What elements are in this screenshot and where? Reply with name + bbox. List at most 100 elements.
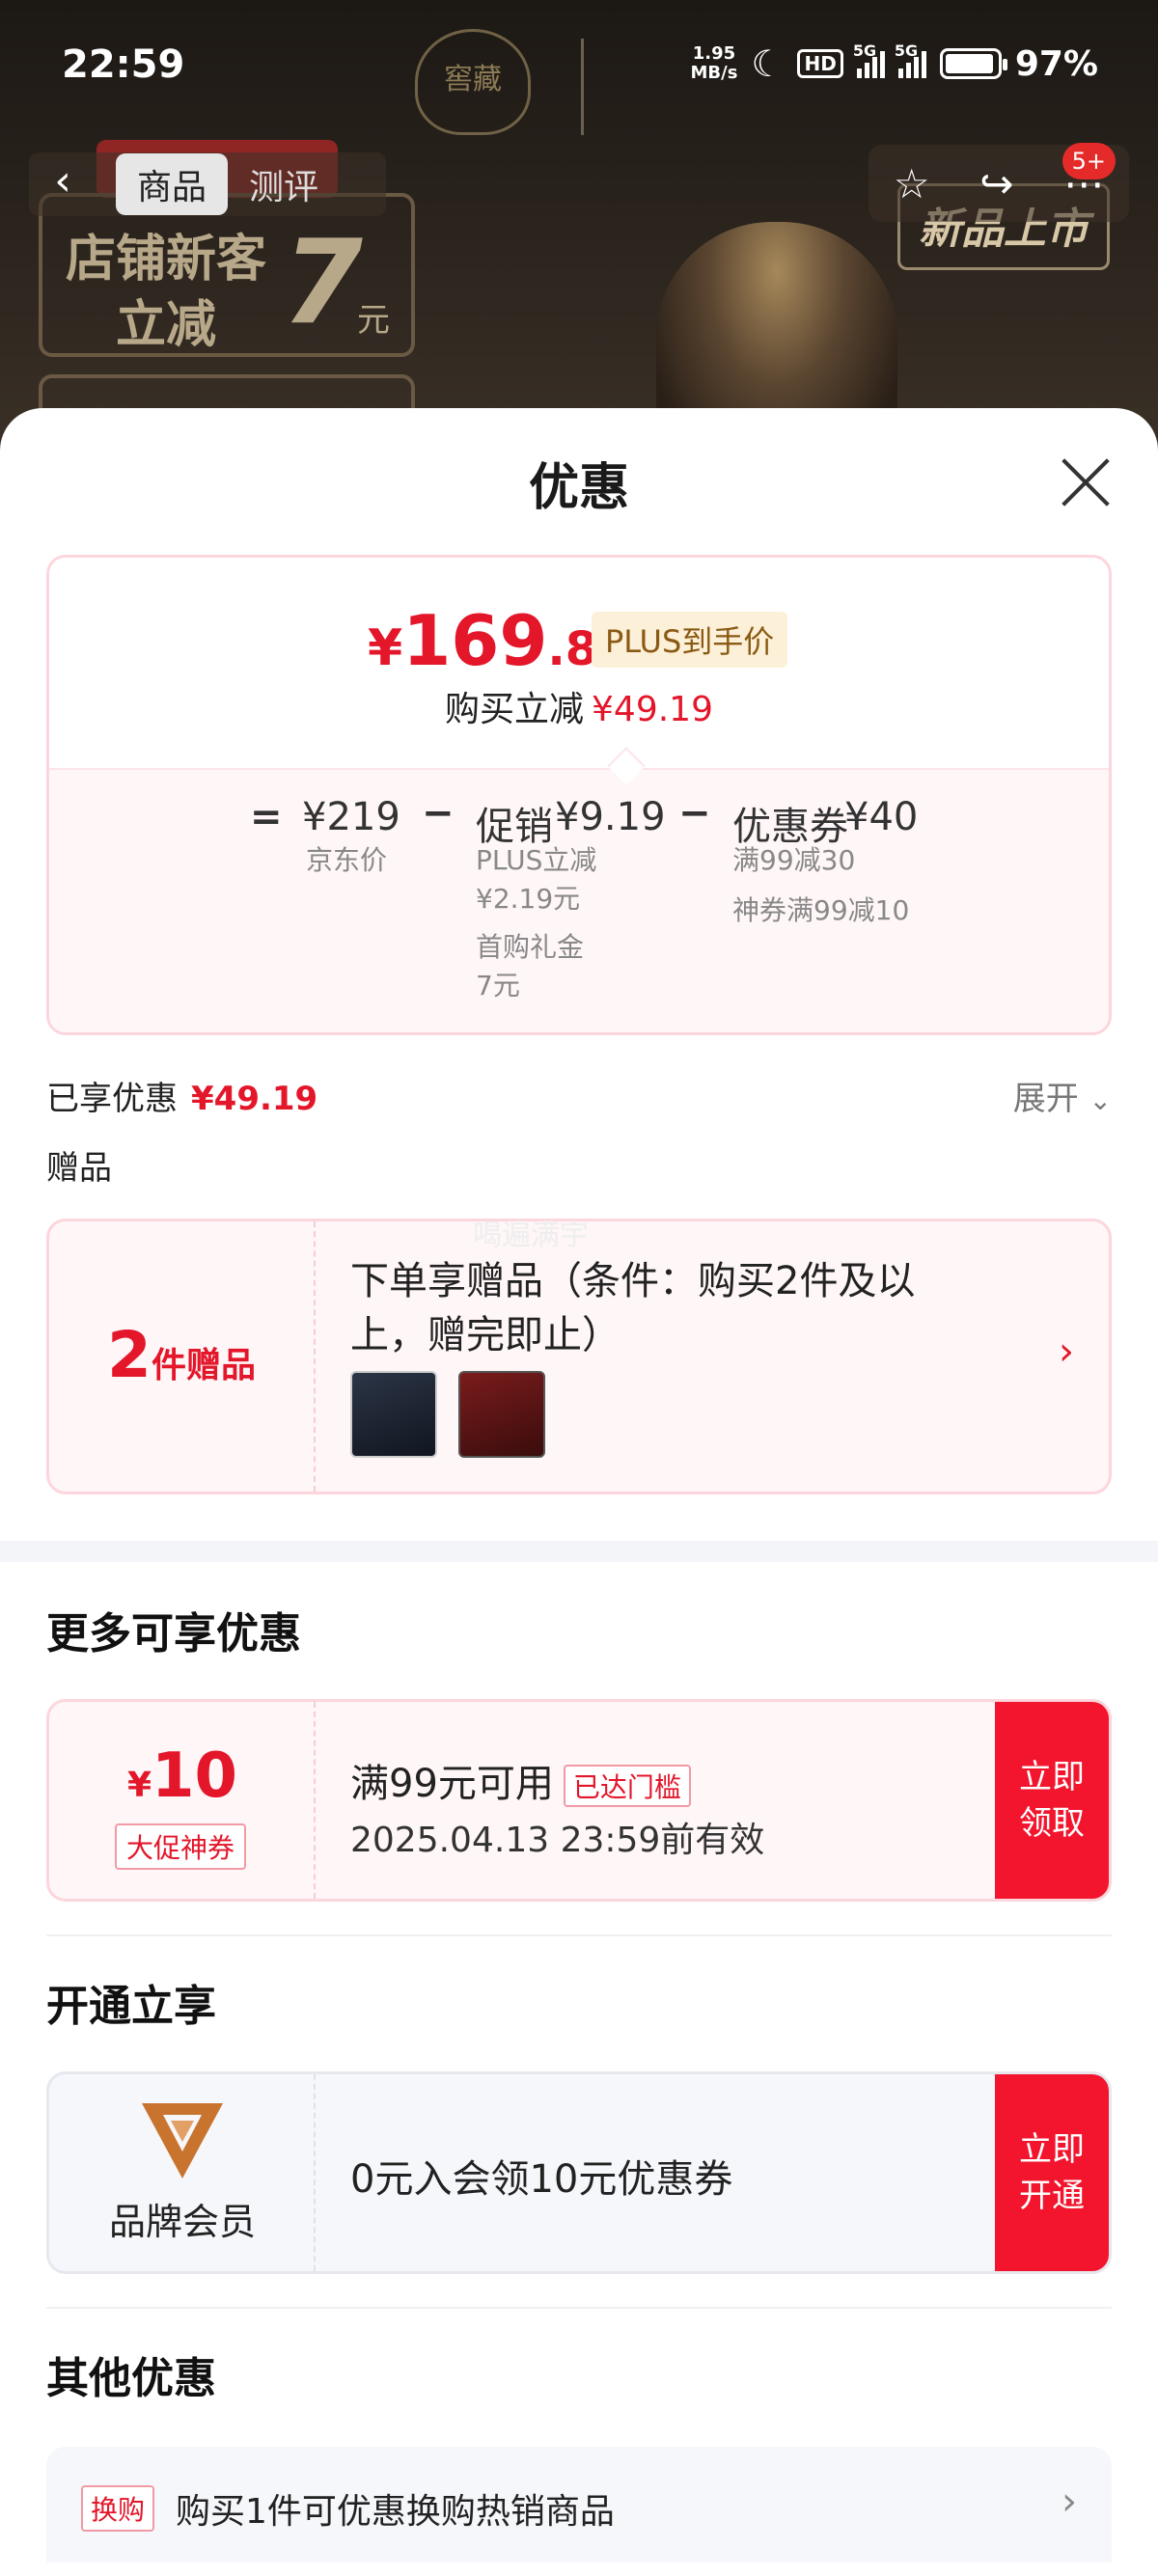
coupon-amount-panel: ¥10 大促神券 (49, 1702, 316, 1899)
star-icon[interactable]: ☆ (894, 160, 930, 207)
share-icon[interactable]: ↪ (979, 160, 1013, 207)
status-bar: 22:59 1.95 MB/s ☾ HD 5G 5G 97% (0, 0, 1158, 135)
gift-count-panel: 2件赠品 (49, 1221, 316, 1492)
expand-label: 展开 (1012, 1080, 1079, 1118)
battery-icon (939, 48, 1007, 79)
enjoyed-discount: 已享优惠 ¥49.19 (46, 1072, 317, 1119)
signal-icon: 5G (853, 41, 885, 78)
discount-summary: 购买立减 ¥49.19 (49, 681, 1109, 731)
promo-detail-4: 7元 (476, 970, 520, 1001)
section-divider (0, 1541, 1158, 1562)
watermark-text: 喝遍满宇 (473, 1219, 589, 1252)
expand-button[interactable]: 展开 ⌄ (1013, 1072, 1112, 1119)
tab-review[interactable]: 测评 (228, 153, 340, 215)
battery-percent: 97% (1014, 43, 1098, 84)
product-navbar: ‹ 商品 测评 ☆ ↪ ⋯ 5+ (0, 143, 1158, 222)
more-discounts-title: 更多可享优惠 (46, 1609, 301, 1658)
gift-thumbnail-box (458, 1371, 545, 1458)
nav-actions: ☆ ↪ ⋯ 5+ (868, 143, 1129, 222)
open-membership-title: 开通立享 (46, 1982, 216, 2031)
coupon-expiry: 2025.04.13 23:59前有效 (350, 1821, 765, 1860)
exchange-offer-row[interactable]: 换购 购买1件可优惠换购热销商品 › (46, 2447, 1112, 2562)
separator (46, 1934, 1112, 1936)
price-breakdown: = ¥219 京东价 − 促销 ¥9.19 PLUS立减 ¥2.19元 首购礼金… (49, 768, 1109, 1032)
coupon-value: 10 (152, 1740, 238, 1812)
membership-offer: 0元入会领10元优惠券 (350, 2157, 733, 2202)
gift-thumbnails (350, 1371, 545, 1458)
net-speed-unit: MB/s (690, 63, 738, 83)
back-button[interactable]: ‹ (29, 152, 96, 216)
membership-name: 品牌会员 (108, 2201, 256, 2243)
chevron-down-icon: ⌄ (1089, 1084, 1112, 1116)
enjoyed-label: 已享优惠 (46, 1080, 178, 1118)
discount-summary-label: 购买立减 (445, 690, 585, 729)
exchange-tag: 换购 (81, 2485, 155, 2532)
open-btn-line2: 开通 (1019, 2177, 1085, 2215)
promo-detail-1: PLUS立减 (476, 844, 597, 876)
promo-value: ¥9.19 (555, 795, 666, 839)
coupon-detail-1: 满99减30 (732, 844, 856, 876)
open-btn-line1: 立即 (1019, 2130, 1085, 2169)
net-speed-value: 1.95 (692, 43, 736, 64)
promo-detail-2: ¥2.19元 (476, 883, 581, 915)
product-tabs: 商品 测评 (96, 152, 386, 216)
price-currency: ¥ (368, 619, 403, 677)
equals-sign: = (250, 795, 283, 839)
status-icons: 1.95 MB/s ☾ HD 5G 5G 97% (690, 41, 1098, 85)
gift-count-unit: 件赠品 (151, 1346, 256, 1385)
signal2-label: 5G (894, 41, 919, 60)
open-membership-button[interactable]: 立即 开通 (995, 2074, 1109, 2271)
plus-price-tag: PLUS到手价 (592, 612, 788, 668)
other-discounts-title: 其他优惠 (46, 2354, 216, 2403)
notification-badge: 5+ (1062, 143, 1116, 179)
chevron-left-icon: ‹ (54, 156, 71, 206)
coupon-type-tag: 大促神券 (115, 1823, 247, 1870)
net-speed: 1.95 MB/s (690, 44, 737, 83)
chevron-right-icon: › (1059, 1329, 1074, 1374)
coupon-currency: ¥ (126, 1766, 152, 1805)
moon-icon: ☾ (751, 42, 785, 85)
gift-count-number: 2 (107, 1318, 152, 1392)
jd-price-caption: 京东价 (306, 844, 388, 876)
gift-thumbnail-bag (350, 1371, 437, 1458)
discount-sheet: 优惠 ¥169.81 PLUS到手价 购买立减 ¥49.19 = ¥219 京东价… (0, 408, 1158, 2576)
gift-description: 下单享赠品（条件：购买2件及以上，赠完即止） (350, 1259, 916, 1357)
gift-count: 2件赠品 (107, 1318, 256, 1392)
product-page-background: 窖藏 店铺新客 立减 7 元 新品上市 22:59 1.95 MB/s ☾ HD… (0, 0, 1158, 453)
coupon-card: ¥10 大促神券 满99元可用 已达门槛 2025.04.13 23:59前有效 … (46, 1699, 1112, 1902)
claim-btn-line1: 立即 (1019, 1758, 1085, 1796)
gift-section-label: 赠品 (46, 1149, 112, 1188)
chevron-right-icon: › (1062, 2480, 1077, 2524)
coupon-condition-text: 满99元可用 (350, 1762, 554, 1806)
membership-card: 品牌会员 0元入会领10元优惠券 立即 开通 (46, 2071, 1112, 2274)
promo-line1: 店铺新客 (66, 231, 267, 288)
price-card: ¥169.81 PLUS到手价 购买立减 ¥49.19 = ¥219 京东价 − … (46, 555, 1112, 1035)
final-price: ¥169.81 (368, 600, 630, 681)
gift-card[interactable]: 2件赠品 下单享赠品（条件：购买2件及以上，赠完即止） › (46, 1219, 1112, 1494)
enjoyed-value: ¥49.19 (191, 1080, 318, 1118)
promo-detail-3: 首购礼金 (476, 931, 585, 963)
coupon-value: ¥40 (844, 795, 919, 839)
close-icon[interactable] (1060, 456, 1112, 508)
sheet-title: 优惠 (528, 459, 629, 517)
claim-coupon-button[interactable]: 立即 领取 (995, 1702, 1109, 1899)
claim-btn-line2: 领取 (1019, 1804, 1085, 1843)
status-time: 22:59 (62, 42, 185, 87)
hd-icon: HD (797, 49, 843, 78)
brand-v-logo-icon (142, 2103, 223, 2179)
promo-unit: 元 (357, 301, 390, 340)
tab-product[interactable]: 商品 (116, 153, 229, 215)
signal1-label: 5G (852, 41, 877, 60)
coupon-condition: 满99元可用 已达门槛 (350, 1752, 691, 1808)
coupon-amount: ¥10 (49, 1740, 316, 1812)
separator (46, 2307, 1112, 2309)
minus-sign: − (678, 791, 711, 836)
price-summary: ¥169.81 PLUS到手价 购买立减 ¥49.19 (49, 558, 1109, 768)
jd-price: ¥219 (302, 795, 400, 839)
coupon-detail-2: 神券满99减10 (732, 894, 910, 926)
discount-summary-value: ¥49.19 (592, 690, 713, 729)
exchange-offer-text: 购买1件可优惠换购热销商品 (176, 2492, 615, 2532)
promo-line2: 立减 (116, 296, 217, 354)
price-integer: 169 (402, 600, 548, 681)
minus-sign: − (422, 791, 455, 836)
